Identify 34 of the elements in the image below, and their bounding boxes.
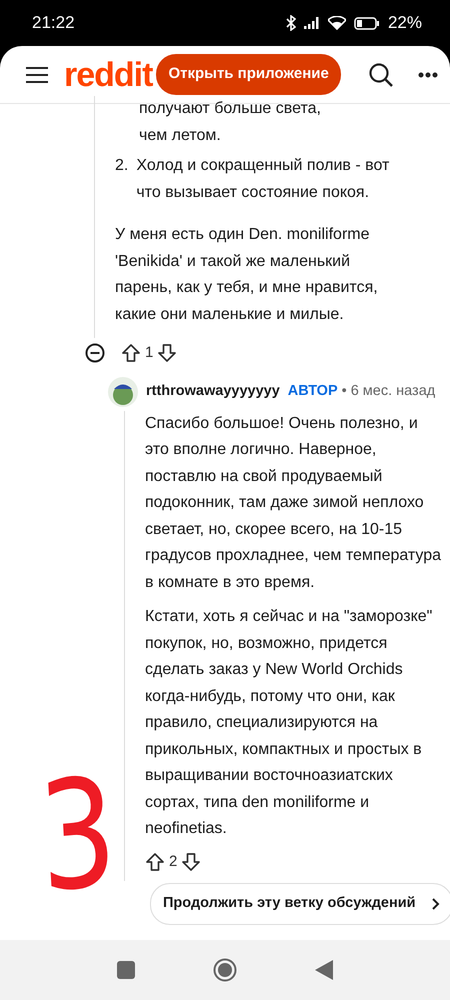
comment-time: 6 мес. назад bbox=[350, 382, 436, 401]
more-icon[interactable] bbox=[418, 72, 438, 78]
search-icon[interactable] bbox=[368, 62, 394, 88]
signal-icon bbox=[304, 17, 320, 29]
vote-count: 2 bbox=[169, 852, 178, 872]
comment-text: Кстати, хоть я сейчас и на "заморозке" покупок, но, возможно, придется сделать заказ у New World Orchids когда-нибудь, потому что они, как правило, специализируются на прикольных, компактных и простых в выращивании восточноазиатских сортах, типа den moniliforme и neofinetias. bbox=[145, 607, 434, 839]
wifi-icon bbox=[328, 16, 346, 30]
continue-thread-button[interactable]: Продолжить эту ветку обсуждений bbox=[150, 883, 450, 925]
comment-text: У меня есть один Den. moniliforme 'Benikida' и такой же маленький парень, как у тебя, и мне нравится, какие они маленькие и милые. bbox=[115, 225, 379, 324]
downvote-icon[interactable] bbox=[181, 852, 202, 872]
battery-level: 22% bbox=[388, 12, 422, 34]
comment-text: получают больше света, чем летом. bbox=[138, 99, 322, 146]
battery-icon bbox=[354, 16, 380, 30]
upvote-icon[interactable] bbox=[121, 343, 141, 364]
chevron-icon bbox=[432, 898, 440, 910]
comment-text: Холод и сокращенный полив - вот что вызывает состояние покоя. bbox=[135, 156, 390, 202]
menu-icon[interactable] bbox=[26, 66, 48, 84]
downvote-icon[interactable] bbox=[157, 343, 178, 364]
open-app-button[interactable]: Открыть приложение bbox=[156, 54, 341, 95]
vote-count: 1 bbox=[145, 343, 154, 363]
home-icon[interactable] bbox=[213, 958, 237, 982]
recents-icon[interactable] bbox=[117, 961, 135, 979]
author-name[interactable]: rtthrowawayyyyyyy bbox=[146, 380, 280, 402]
avatar-icon bbox=[108, 376, 138, 406]
back-icon[interactable] bbox=[315, 960, 333, 980]
status-time: 21:22 bbox=[32, 12, 75, 34]
author-label: АВТОР bbox=[288, 382, 338, 401]
list-number: 2. bbox=[115, 156, 128, 176]
bluetooth-icon bbox=[286, 15, 296, 31]
annotation-number: 3 bbox=[35, 758, 120, 914]
upvote-icon[interactable] bbox=[145, 852, 165, 872]
comment-text: Спасибо большое! Очень полезно, и это вполне логично. Наверное, поставлю на свой продуваемый подоконник, там даже зимой неплохо светает, но, скорее всего, на 10-15 градусов прохладнее, чем температура в комнате в это время. bbox=[145, 414, 442, 592]
separator: • bbox=[342, 382, 347, 401]
collapse-icon[interactable] bbox=[85, 343, 105, 364]
